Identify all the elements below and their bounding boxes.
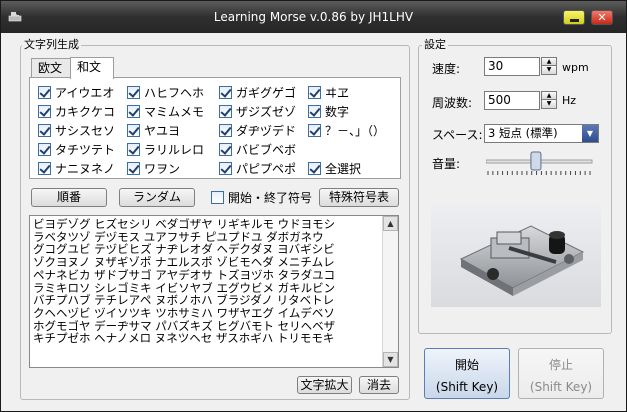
frequency-label: 周波数:	[432, 96, 473, 110]
speed-input[interactable]: 30	[484, 57, 540, 76]
spin-up-icon: ▲	[541, 91, 557, 100]
chevron-down-icon[interactable]: ▼	[582, 125, 598, 142]
speed-unit: wpm	[562, 61, 589, 74]
checkbox-select-all[interactable]: 全選択	[308, 160, 361, 176]
practice-text-area[interactable]: ビヨデゾグ ヒズセシリ ベダゴザヤ リギキルモ ウドヨモシ ラベタツゾ デヅモス …	[29, 215, 399, 368]
check-icon	[219, 161, 232, 175]
checkbox-ha-row[interactable]: ハヒフヘホ	[127, 84, 204, 100]
check-icon	[127, 142, 140, 156]
checkbox-a-row[interactable]: アイウエオ	[38, 84, 114, 100]
checkbox-ra-row[interactable]: ラリルレロ	[127, 141, 204, 157]
space-label: スペース:	[432, 128, 483, 142]
volume-label: 音量:	[432, 157, 461, 171]
volume-slider[interactable]	[486, 151, 594, 177]
check-icon	[211, 190, 224, 204]
check-icon	[38, 104, 51, 118]
spin-up-icon: ▲	[541, 57, 557, 66]
checkbox-wi-we[interactable]: ヰヱ	[308, 84, 349, 100]
checkbox-za-row[interactable]: ザジズゼゾ	[219, 103, 296, 119]
check-icon	[38, 85, 51, 99]
order-button[interactable]: 順番	[31, 188, 107, 207]
check-icon	[127, 161, 140, 175]
text-scrollbar[interactable]: ▲ ▼	[382, 216, 398, 367]
checkbox-ka-row[interactable]: カキクケコ	[38, 103, 115, 119]
check-icon	[219, 104, 232, 118]
slider-thumb-icon[interactable]	[530, 151, 542, 171]
special-symbols-button[interactable]: 特殊符号表	[319, 188, 399, 207]
check-icon	[308, 104, 321, 118]
checkbox-ba-row[interactable]: バビブベボ	[219, 141, 296, 157]
scroll-down-icon[interactable]: ▼	[383, 352, 398, 367]
random-button[interactable]: ランダム	[119, 188, 195, 207]
check-icon	[219, 85, 232, 99]
checkbox-ga-row[interactable]: ガギグゲゴ	[219, 84, 296, 100]
speed-spinner[interactable]: ▲ ▼	[541, 57, 557, 76]
checkbox-pa-row[interactable]: パピプペポ	[219, 160, 296, 176]
stop-button[interactable]: 停止 (Shift Key)	[518, 348, 604, 399]
app-window: Learning Morse v.0.86 by JH1LHV ✕ 文字列生成 …	[0, 0, 627, 412]
checkbox-ta-row[interactable]: タチツテト	[38, 141, 115, 157]
check-icon	[38, 123, 51, 137]
check-icon	[219, 142, 232, 156]
frequency-unit: Hz	[562, 94, 577, 107]
checkbox-sa-row[interactable]: サシスセソ	[38, 122, 115, 138]
checkbox-na-row[interactable]: ナニヌネノ	[38, 160, 115, 176]
clear-button[interactable]: 消去	[359, 376, 399, 394]
checkbox-da-row[interactable]: ダヂヅデド	[219, 122, 296, 138]
checkbox-ma-row[interactable]: マミムメモ	[127, 103, 204, 119]
frequency-input[interactable]: 500	[484, 91, 540, 110]
spin-down-icon: ▼	[541, 66, 557, 75]
tab-japanese[interactable]: 和文	[70, 57, 114, 79]
generation-group-label: 文字列生成	[22, 38, 81, 51]
check-icon	[127, 123, 140, 137]
start-button[interactable]: 開始 (Shift Key)	[424, 348, 510, 399]
settings-group-label: 設定	[422, 38, 448, 51]
minimize-button[interactable]	[563, 10, 585, 25]
spin-down-icon: ▼	[541, 100, 557, 109]
enlarge-text-button[interactable]: 文字拡大	[297, 376, 352, 394]
checkbox-symbols[interactable]: ？－、」（）	[308, 122, 385, 138]
window-title: Learning Morse v.0.86 by JH1LHV	[213, 10, 414, 24]
check-icon	[127, 104, 140, 118]
tab-european[interactable]: 欧文	[31, 58, 71, 78]
checkbox-wa-row[interactable]: ワヲン	[127, 160, 180, 176]
start-end-checkbox[interactable]: 開始・終了符号	[211, 189, 312, 205]
speed-label: 速度:	[432, 62, 461, 76]
practice-text: ビヨデゾグ ヒズセシリ ベダゴザヤ リギキルモ ウドヨモシ ラベタツゾ デヅモス …	[33, 218, 336, 346]
check-icon	[308, 161, 321, 175]
checkbox-ya-row[interactable]: ヤユヨ	[127, 122, 180, 138]
kana-panel: アイウエオ カキクケコ サシスセソ タチツテト ナニヌネノ ハヒフヘホ マミムメ…	[29, 77, 401, 179]
check-icon	[38, 142, 51, 156]
check-icon	[219, 123, 232, 137]
title-bar[interactable]: Learning Morse v.0.86 by JH1LHV ✕	[1, 1, 626, 33]
check-icon	[38, 161, 51, 175]
check-icon	[308, 123, 321, 137]
checkbox-numbers[interactable]: 数字	[308, 103, 349, 119]
space-select[interactable]: 3 短点 (標準) ▼	[484, 124, 599, 143]
telegraph-key-image	[431, 204, 601, 307]
check-icon	[308, 85, 321, 99]
frequency-spinner[interactable]: ▲ ▼	[541, 91, 557, 110]
check-icon	[127, 85, 140, 99]
scroll-up-icon[interactable]: ▲	[383, 216, 398, 231]
close-button[interactable]: ✕	[591, 10, 613, 25]
